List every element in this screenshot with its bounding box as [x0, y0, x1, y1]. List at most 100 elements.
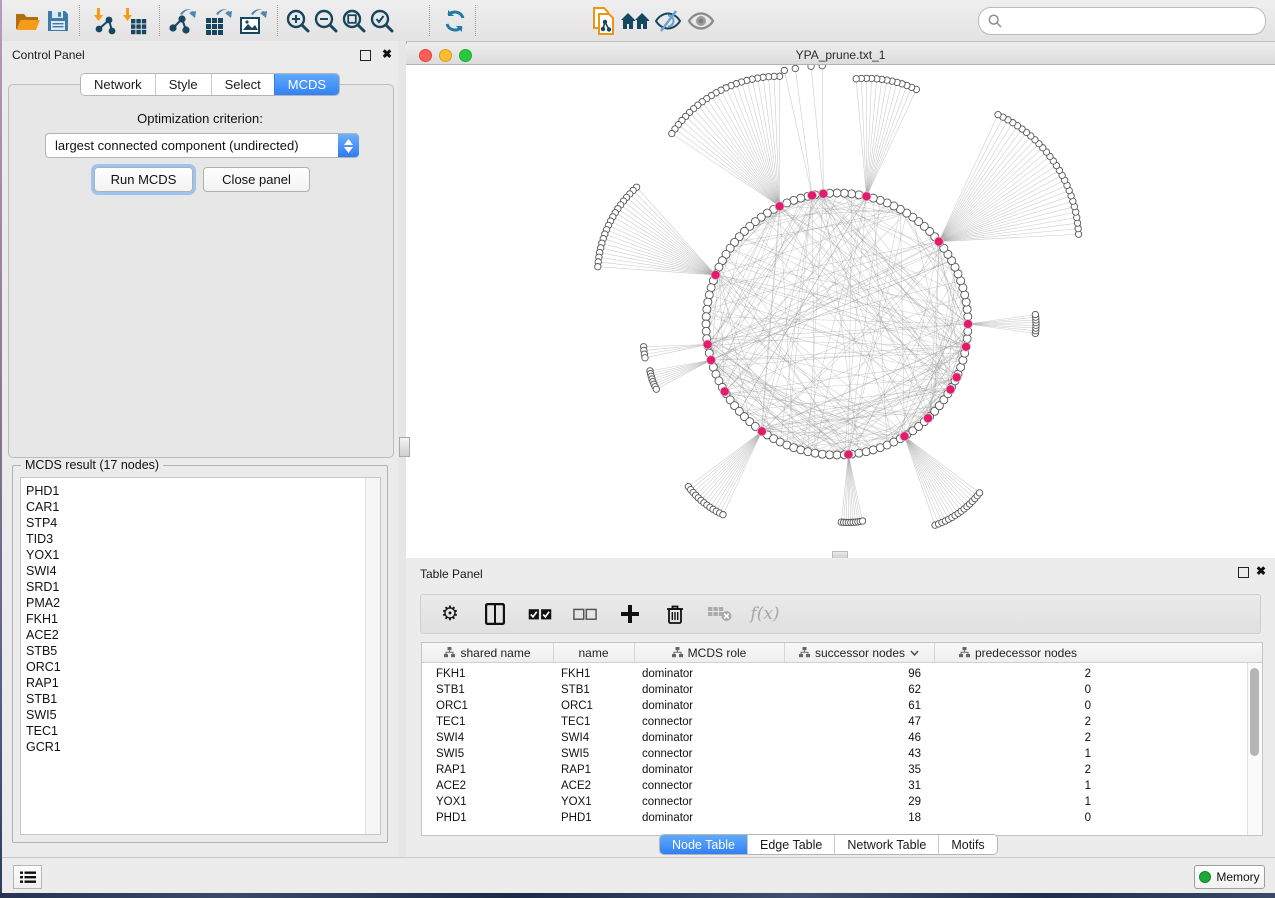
- network-node[interactable]: [705, 291, 713, 299]
- tab-node-table[interactable]: Node Table: [660, 835, 747, 854]
- network-hub-node[interactable]: [775, 202, 784, 211]
- network-hub-node[interactable]: [819, 189, 828, 198]
- column-header-shared-name[interactable]: shared name: [422, 643, 554, 662]
- mcds-result-item[interactable]: STB1: [21, 691, 380, 707]
- column-header-successor-nodes[interactable]: successor nodes: [784, 643, 935, 662]
- mcds-result-item[interactable]: PHD1: [21, 483, 380, 499]
- network-node[interactable]: [702, 327, 710, 335]
- delete-table-button[interactable]: [708, 602, 732, 626]
- mcds-result-item[interactable]: PMA2: [21, 595, 380, 611]
- table-row[interactable]: SWI5SWI5connector431: [422, 746, 1248, 762]
- mcds-result-item[interactable]: ACE2: [21, 627, 380, 643]
- network-node[interactable]: [962, 298, 970, 306]
- network-node[interactable]: [833, 451, 841, 459]
- select-all-button[interactable]: [528, 602, 552, 626]
- clone-network-button[interactable]: [588, 6, 618, 36]
- network-hub-node[interactable]: [807, 191, 816, 200]
- network-leaf-node[interactable]: [669, 130, 675, 136]
- mcds-result-item[interactable]: ORC1: [21, 659, 380, 675]
- delete-column-button[interactable]: [663, 602, 687, 626]
- network-leaf-node[interactable]: [1032, 311, 1038, 317]
- tab-motifs[interactable]: Motifs: [938, 835, 996, 854]
- deselect-all-button[interactable]: [573, 602, 597, 626]
- tab-network-table[interactable]: Network Table: [834, 835, 938, 854]
- table-row[interactable]: STB1STB1dominator620: [422, 682, 1248, 698]
- network-canvas[interactable]: [406, 65, 1275, 558]
- network-hub-node[interactable]: [963, 319, 972, 328]
- network-node[interactable]: [702, 313, 710, 321]
- optimization-criterion-select[interactable]: largest connected component (undirected): [45, 133, 359, 158]
- refresh-button[interactable]: [440, 6, 470, 36]
- zoom-in-button[interactable]: [283, 6, 313, 36]
- network-hub-node[interactable]: [720, 387, 729, 396]
- network-node[interactable]: [704, 298, 712, 306]
- column-header-predecessor-nodes[interactable]: predecessor nodes: [934, 643, 1102, 662]
- save-session-button[interactable]: [43, 6, 73, 36]
- table-settings-button[interactable]: ⚙: [438, 602, 462, 626]
- open-session-button[interactable]: [12, 6, 42, 36]
- float-table-panel-icon[interactable]: [1238, 567, 1249, 578]
- tab-select[interactable]: Select: [211, 74, 274, 95]
- network-leaf-node[interactable]: [781, 67, 787, 73]
- network-hub-node[interactable]: [961, 342, 970, 351]
- network-leaf-node[interactable]: [595, 263, 601, 269]
- network-node[interactable]: [703, 305, 711, 313]
- mcds-result-item[interactable]: YOX1: [21, 547, 380, 563]
- mcds-result-item[interactable]: SRD1: [21, 579, 380, 595]
- network-node[interactable]: [963, 305, 971, 313]
- mcds-result-item[interactable]: TEC1: [21, 723, 380, 739]
- export-network-button[interactable]: [168, 6, 198, 36]
- network-leaf-node[interactable]: [976, 490, 982, 496]
- mcds-result-item[interactable]: SWI5: [21, 707, 380, 723]
- tab-style[interactable]: Style: [155, 74, 211, 95]
- mcds-result-list[interactable]: PHD1CAR1STP4TID3YOX1SWI4SRD1PMA2FKH1ACE2…: [20, 477, 381, 835]
- table-row[interactable]: PHD1PHD1dominator180: [422, 810, 1248, 826]
- network-leaf-node[interactable]: [819, 65, 825, 69]
- network-leaf-node[interactable]: [808, 65, 814, 70]
- network-leaf-node[interactable]: [653, 386, 659, 392]
- mcds-result-item[interactable]: TID3: [21, 531, 380, 547]
- network-node[interactable]: [818, 450, 826, 458]
- tab-network[interactable]: Network: [81, 74, 155, 95]
- network-node[interactable]: [811, 449, 819, 457]
- network-hub-node[interactable]: [952, 373, 961, 382]
- scrollbar-thumb[interactable]: [1250, 668, 1259, 756]
- zoom-out-button[interactable]: [311, 6, 341, 36]
- close-table-panel-icon[interactable]: ✖: [1256, 564, 1266, 578]
- table-row[interactable]: FKH1FKH1dominator962: [422, 666, 1248, 682]
- splitter-handle[interactable]: [399, 437, 410, 457]
- network-node[interactable]: [848, 190, 856, 198]
- table-row[interactable]: RAP1RAP1dominator352: [422, 762, 1248, 778]
- table-row[interactable]: TEC1TEC1connector472: [422, 714, 1248, 730]
- close-panel-icon[interactable]: ✖: [382, 47, 392, 61]
- zoom-fit-button[interactable]: [339, 6, 369, 36]
- mcds-result-item[interactable]: FKH1: [21, 611, 380, 627]
- network-hub-node[interactable]: [711, 270, 720, 279]
- show-all-button[interactable]: [686, 6, 716, 36]
- mcds-result-item[interactable]: SWI4: [21, 563, 380, 579]
- zoom-selected-button[interactable]: [367, 6, 397, 36]
- hide-selected-button[interactable]: [653, 6, 683, 36]
- network-hub-node[interactable]: [946, 385, 955, 394]
- network-leaf-node[interactable]: [995, 111, 1001, 117]
- mcds-result-item[interactable]: STB5: [21, 643, 380, 659]
- table-row[interactable]: YOX1YOX1connector291: [422, 794, 1248, 810]
- tab-mcds[interactable]: MCDS: [274, 74, 339, 95]
- import-table-button[interactable]: [119, 6, 149, 36]
- mcds-result-item[interactable]: RAP1: [21, 675, 380, 691]
- float-panel-icon[interactable]: [360, 50, 371, 61]
- table-row[interactable]: SWI4SWI4dominator462: [422, 730, 1248, 746]
- column-header-name[interactable]: name: [553, 643, 635, 662]
- close-panel-button[interactable]: Close panel: [203, 167, 310, 192]
- import-network-button[interactable]: [90, 6, 120, 36]
- search-input[interactable]: [1008, 10, 1265, 32]
- first-neighbors-button[interactable]: [620, 6, 650, 36]
- network-node[interactable]: [702, 320, 710, 328]
- task-history-button[interactable]: [13, 865, 42, 889]
- network-node[interactable]: [833, 189, 841, 197]
- column-header-mcds-role[interactable]: MCDS role: [634, 643, 785, 662]
- table-row[interactable]: ACE2ACE2connector311: [422, 778, 1248, 794]
- network-hub-node[interactable]: [703, 340, 712, 349]
- mcds-result-item[interactable]: GCR1: [21, 739, 380, 755]
- network-leaf-node[interactable]: [642, 355, 648, 361]
